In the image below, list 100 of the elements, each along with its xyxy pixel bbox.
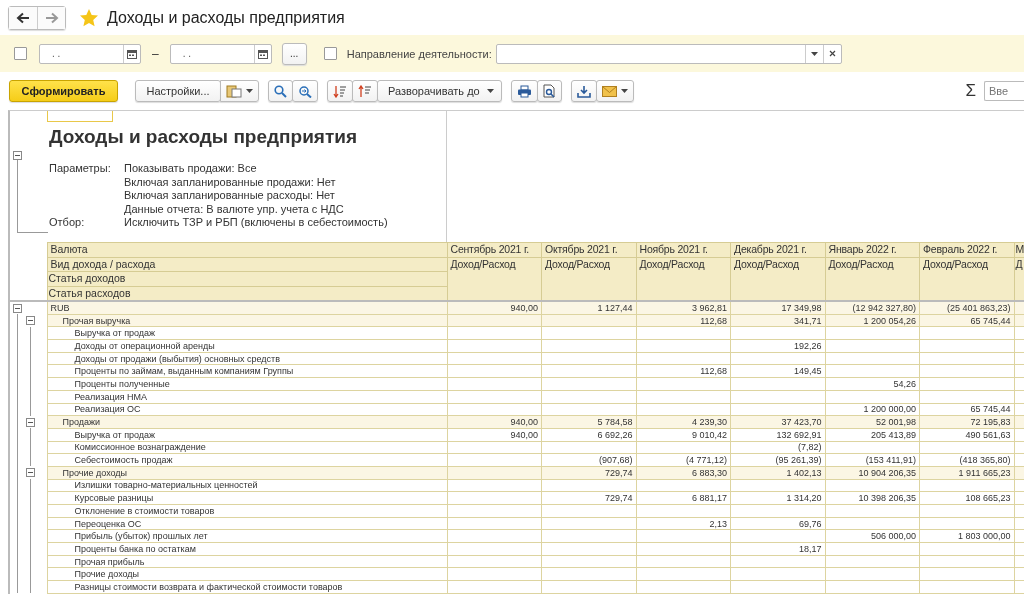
table-cell: (418 365,80) — [959, 455, 1011, 466]
sum-button[interactable]: Σ — [965, 81, 976, 101]
table-cell: 149,45 — [793, 366, 822, 377]
left-arrow-icon — [16, 11, 30, 24]
table-cell: 108 665,23 — [965, 493, 1011, 504]
table-cell: 1 127,44 — [597, 303, 633, 313]
row-label: Прибыль (убыток) прошлых лет — [74, 531, 208, 542]
column-header: Доход/Расход — [541, 257, 636, 301]
table-cell: 506 000,00 — [870, 531, 916, 542]
caret-icon — [620, 89, 628, 93]
date-field[interactable]: . . — [39, 43, 141, 64]
settings-button[interactable]: Настройки... — [135, 80, 221, 102]
table-cell: 192,26 — [793, 340, 822, 351]
field-label: Направление деятельности: — [346, 47, 492, 60]
collapse-icon[interactable] — [13, 151, 22, 160]
row-label: Выручка от продаж — [74, 429, 156, 440]
row-label: Проценты по займам, выданным компаниям Группы — [74, 366, 294, 377]
row-label: Доходы от операционной аренды — [74, 340, 215, 351]
table-cell: 6 692,26 — [597, 429, 633, 440]
collapse-icon[interactable] — [26, 468, 35, 478]
column-header: Валюта — [47, 242, 447, 257]
table-cell: 729,74 — [604, 467, 633, 478]
star-icon[interactable] — [79, 7, 99, 28]
table-cell: 132 692,91 — [776, 429, 822, 440]
table-cell: 490 561,63 — [965, 429, 1011, 440]
save-button[interactable] — [570, 80, 597, 102]
period-button[interactable]: ... — [281, 42, 307, 65]
search-icon — [274, 84, 287, 98]
table-cell: 65 745,44 — [970, 404, 1011, 415]
row-label: Прочие доходы — [62, 467, 128, 478]
table-cell: 17 349,98 — [781, 303, 822, 313]
column-header: Доход/Расход — [447, 257, 542, 301]
caret-icon — [810, 51, 818, 56]
table-cell: 112,68 — [700, 315, 727, 326]
table-cell: 69,76 — [798, 518, 822, 529]
reset-search-button[interactable] — [292, 80, 318, 102]
printer-icon — [516, 84, 532, 98]
table-cell: 6 881,17 — [691, 493, 727, 504]
parameter-value: Показывать продажи: Все — [124, 162, 258, 174]
search-field[interactable]: Вве — [984, 81, 1024, 101]
caret-icon — [486, 89, 494, 93]
sort-ascending-button[interactable] — [352, 80, 378, 102]
sort-descending-button[interactable] — [327, 80, 353, 102]
row-label: Реализация НМА — [74, 391, 148, 402]
collapse-icon[interactable] — [26, 316, 35, 326]
table-cell: 729,74 — [604, 493, 633, 504]
checkbox[interactable] — [14, 47, 27, 60]
table-cell: (153 411,91) — [865, 455, 916, 466]
preview-button[interactable] — [536, 80, 562, 102]
row-label: Проценты банка по остаткам — [74, 543, 196, 554]
clear-icon — [828, 50, 836, 57]
calendar-icon — [257, 48, 268, 59]
table-cell: 1 200 054,26 — [863, 315, 916, 326]
parameter-value: Включая запланированные продажи: Нет — [124, 175, 337, 188]
row-label: Реализация ОС — [74, 404, 141, 415]
print-button[interactable] — [510, 80, 538, 102]
row-label: Отклонение в стоимости товаров — [74, 505, 215, 516]
envelope-icon — [601, 85, 617, 97]
table-cell: 940,00 — [510, 417, 538, 428]
column-header: М — [1014, 242, 1024, 257]
table-cell: 1 402,13 — [786, 467, 822, 478]
selected-cell[interactable] — [47, 111, 113, 122]
back-button[interactable] — [9, 6, 37, 29]
table-cell: 205 413,89 — [870, 429, 916, 440]
right-arrow-icon — [44, 11, 59, 24]
variants-button[interactable] — [220, 80, 259, 102]
row-label: Переоценка ОС — [74, 518, 142, 529]
row-label: Комиссионное вознаграждение — [74, 442, 206, 453]
table-cell: 10 398 206,35 — [858, 493, 916, 504]
table-cell: 112,68 — [700, 366, 727, 377]
send-button[interactable] — [595, 80, 634, 102]
sort-ascending-icon — [358, 84, 372, 98]
row-label: Себестоимость продаж — [74, 455, 173, 466]
parameter-label: Параметры: — [49, 162, 112, 174]
table-cell: 6 883,30 — [691, 467, 727, 478]
row-label: Продажи — [62, 417, 101, 428]
column-header: Доход/Расход — [919, 257, 1014, 301]
table-cell: (907,68) — [598, 455, 633, 466]
table-cell: 1 911 665,23 — [958, 467, 1011, 478]
parameter-value: Данные отчета: В валюте упр. учета с НДС — [124, 202, 345, 215]
direction-field[interactable] — [495, 43, 842, 64]
checkbox[interactable] — [323, 47, 337, 60]
download-icon — [576, 84, 591, 98]
collapse-icon[interactable] — [26, 417, 35, 427]
row-label: Прочая выручка — [62, 315, 131, 326]
row-label: Прочая прибыль — [74, 556, 145, 567]
search-button[interactable] — [268, 80, 293, 102]
date-field[interactable]: . . — [169, 43, 272, 64]
table-cell: 341,71 — [793, 315, 822, 326]
table-cell: 2,13 — [709, 518, 727, 529]
table-cell: (4 771,12) — [685, 455, 727, 466]
report-title: Доходы и расходы предприятия — [49, 126, 358, 148]
column-header: Доход/Расход — [730, 257, 825, 301]
collapse-icon[interactable] — [13, 303, 22, 313]
sort-descending-icon — [333, 84, 347, 98]
clipboard-icon — [226, 84, 242, 98]
generate-button[interactable]: Сформировать — [9, 80, 118, 102]
table-cell: 65 745,44 — [970, 315, 1011, 326]
calendar-icon — [127, 48, 137, 59]
expand-to-button[interactable]: Разворачивать до — [377, 80, 502, 102]
